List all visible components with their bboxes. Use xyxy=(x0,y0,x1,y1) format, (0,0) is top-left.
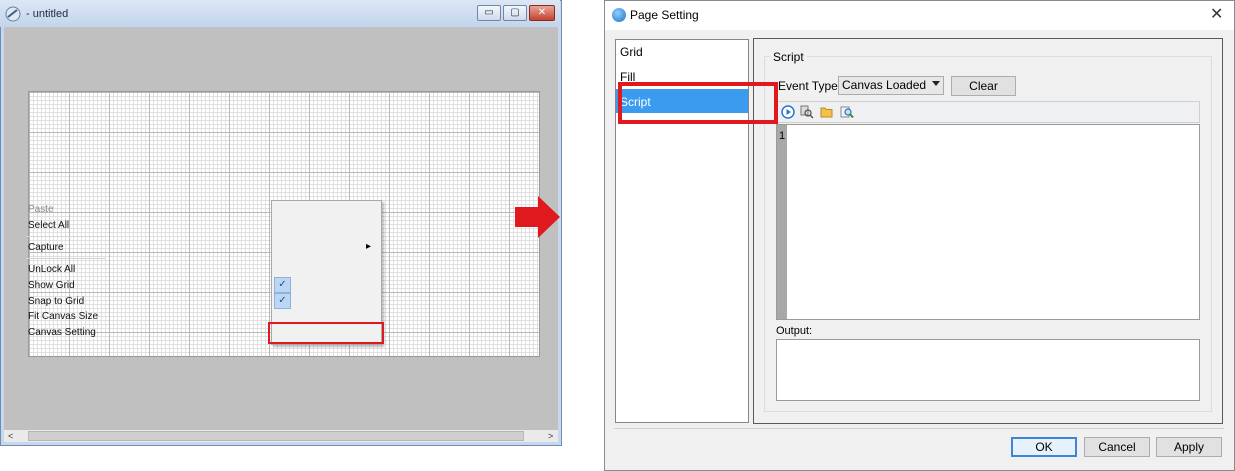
run-icon[interactable] xyxy=(781,105,795,119)
close-icon: ✕ xyxy=(537,7,547,18)
menu-item-unlock-all[interactable]: UnLock All xyxy=(28,264,75,275)
line-number: 1 xyxy=(779,130,786,142)
clear-button[interactable]: Clear xyxy=(951,76,1016,96)
find-icon[interactable] xyxy=(800,105,814,119)
window-title: - untitled xyxy=(26,8,69,20)
menu-item-snap-to-grid[interactable]: Snap to Grid xyxy=(28,296,84,307)
apply-button[interactable]: Apply xyxy=(1156,437,1222,457)
highlight-box xyxy=(618,82,778,124)
right-arrow-icon xyxy=(515,196,560,238)
line-number-gutter xyxy=(777,125,787,319)
cancel-button[interactable]: Cancel xyxy=(1084,437,1150,457)
minimize-button[interactable]: ▭ xyxy=(477,5,501,21)
event-type-label: Event Type : xyxy=(778,79,845,93)
app-icon xyxy=(5,6,21,22)
minimize-icon: ▭ xyxy=(484,7,494,18)
dialog-title: Page Setting xyxy=(630,8,699,22)
output-textarea[interactable] xyxy=(776,339,1200,401)
submenu-arrow-icon: ▸ xyxy=(366,241,372,252)
maximize-button[interactable]: ▢ xyxy=(503,5,527,21)
window-titlebar[interactable]: - untitled ▭ ▢ ✕ xyxy=(0,0,560,27)
menu-separator xyxy=(26,258,106,259)
groupbox-title: Script xyxy=(770,50,807,64)
output-label: Output: xyxy=(776,325,813,337)
close-button[interactable]: ✕ xyxy=(529,5,555,21)
open-folder-icon[interactable] xyxy=(820,105,834,119)
event-type-select[interactable]: Canvas Loaded xyxy=(838,76,944,95)
menu-separator xyxy=(26,236,106,237)
menu-item-capture[interactable]: Capture xyxy=(28,242,64,253)
highlight-box xyxy=(268,322,384,344)
menu-item-select-all[interactable]: Select All xyxy=(28,220,69,231)
maximize-icon: ▢ xyxy=(510,7,520,18)
menu-item-show-grid[interactable]: Show Grid xyxy=(28,280,75,291)
check-icon: ✓ xyxy=(274,293,291,309)
menu-item-paste[interactable]: Paste xyxy=(28,204,54,215)
menu-item-fit-canvas-size[interactable]: Fit Canvas Size xyxy=(28,311,98,322)
dialog-app-icon xyxy=(612,8,626,22)
check-icon: ✓ xyxy=(274,277,291,293)
menu-item-canvas-setting[interactable]: Canvas Setting xyxy=(28,327,96,338)
script-editor[interactable] xyxy=(776,124,1200,320)
dialog-close-icon[interactable]: ✕ xyxy=(1210,4,1223,24)
footer-divider xyxy=(614,428,1224,429)
nav-item-grid[interactable]: Grid xyxy=(620,45,643,59)
zoom-icon[interactable] xyxy=(840,105,854,119)
scroll-right-icon[interactable]: > xyxy=(548,430,553,442)
chevron-down-icon xyxy=(932,81,940,86)
scroll-left-icon[interactable]: < xyxy=(8,430,13,442)
ok-button[interactable]: OK xyxy=(1011,437,1077,457)
scrollbar-thumb[interactable] xyxy=(28,431,524,441)
